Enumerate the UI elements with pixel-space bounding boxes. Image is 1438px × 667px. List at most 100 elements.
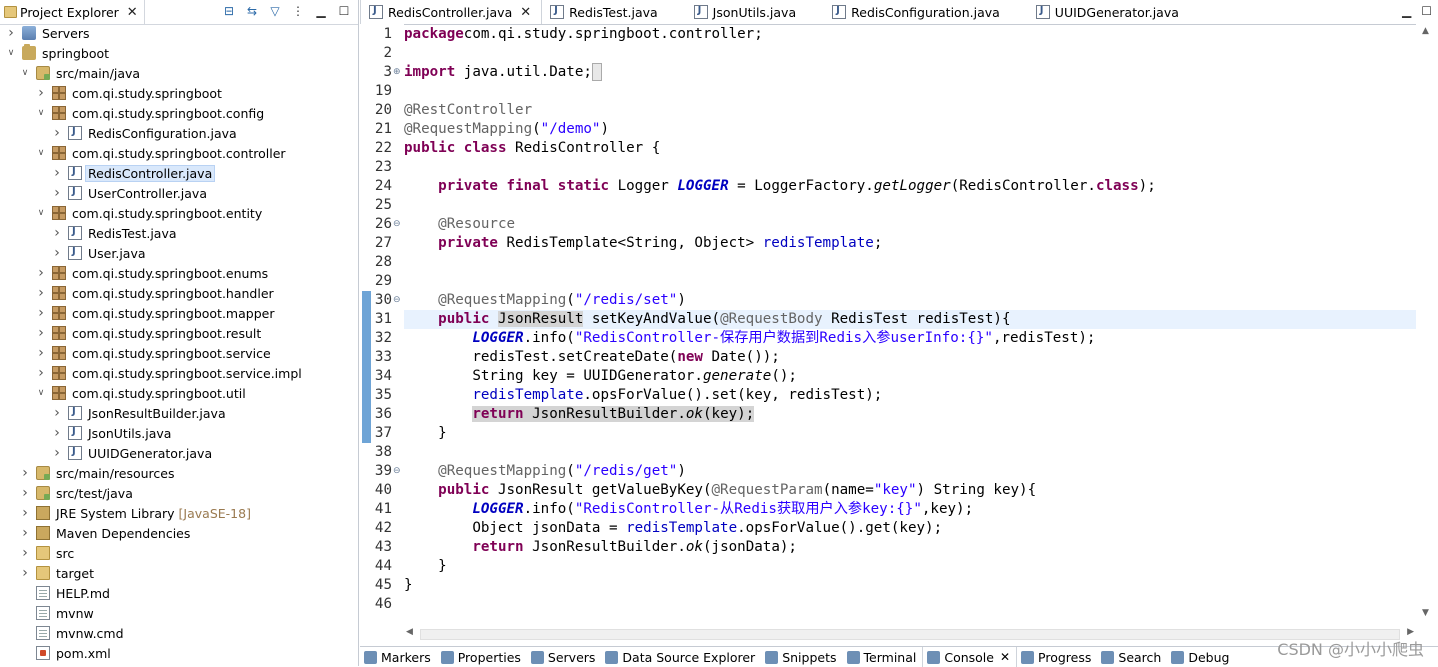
collapse-fold-icon[interactable]: ⊖: [393, 215, 401, 234]
chevron-right-icon[interactable]: ›: [52, 125, 62, 141]
close-icon[interactable]: ✕: [520, 5, 531, 20]
expand-fold-icon[interactable]: ⊕: [393, 63, 401, 82]
tree-item[interactable]: › src/main/resources: [0, 463, 358, 483]
chevron-right-icon[interactable]: ›: [20, 565, 30, 581]
tree-item[interactable]: › User.java: [0, 243, 358, 263]
code-line[interactable]: @RequestMapping("/demo"): [404, 120, 609, 139]
chevron-right-icon[interactable]: ›: [52, 245, 62, 261]
code-line[interactable]: redisTest.setCreateDate(new Date());: [404, 348, 780, 367]
chevron-right-icon[interactable]: ›: [36, 285, 46, 301]
bottom-tab[interactable]: Search: [1097, 647, 1167, 667]
chevron-right-icon[interactable]: ›: [36, 365, 46, 381]
tree-item[interactable]: › com.qi.study.springboot.mapper: [0, 303, 358, 323]
scroll-left-icon[interactable]: ◀: [406, 627, 413, 637]
code-line[interactable]: private RedisTemplate<String, Object> re…: [404, 234, 882, 253]
view-menu-icon[interactable]: ⋮: [290, 3, 306, 19]
chevron-right-icon[interactable]: ›: [20, 465, 30, 481]
bottom-tab[interactable]: Servers: [527, 647, 602, 667]
tree-item[interactable]: › JsonResultBuilder.java: [0, 403, 358, 423]
editor-tab[interactable]: JsonUtils.java: [686, 0, 824, 24]
bottom-tab[interactable]: Snippets: [761, 647, 842, 667]
chevron-right-icon[interactable]: ›: [52, 425, 62, 441]
chevron-right-icon[interactable]: ›: [20, 485, 30, 501]
tree-item[interactable]: › com.qi.study.springboot.service.impl: [0, 363, 358, 383]
scroll-down-icon[interactable]: ▼: [1422, 608, 1429, 618]
code-line[interactable]: return JsonResultBuilder.ok(jsonData);: [404, 538, 797, 557]
code-line[interactable]: import java.util.Date;: [404, 63, 603, 82]
bottom-tab[interactable]: Progress: [1017, 647, 1097, 667]
collapse-fold-icon[interactable]: ⊖: [393, 291, 401, 310]
code-line[interactable]: @RequestMapping("/redis/get"): [404, 462, 686, 481]
code-line[interactable]: Object jsonData = redisTemplate.opsForVa…: [404, 519, 942, 538]
chevron-right-icon[interactable]: ›: [52, 185, 62, 201]
tree-item[interactable]: › com.qi.study.springboot.handler: [0, 283, 358, 303]
scroll-up-icon[interactable]: ▲: [1422, 26, 1429, 36]
tree-item[interactable]: › com.qi.study.springboot.enums: [0, 263, 358, 283]
tree-item[interactable]: › JsonUtils.java: [0, 423, 358, 443]
code-line[interactable]: LOGGER.info("RedisController-保存用户数据到Redi…: [404, 329, 1095, 348]
chevron-right-icon[interactable]: ›: [36, 305, 46, 321]
code-line[interactable]: return JsonResultBuilder.ok(key);: [404, 405, 755, 424]
code-line[interactable]: }: [404, 576, 413, 595]
editor-tab[interactable]: RedisTest.java: [542, 0, 686, 24]
tree-item[interactable]: ∨ com.qi.study.springboot.controller: [0, 143, 358, 163]
tree-item[interactable]: › Servers: [0, 23, 358, 43]
chevron-right-icon[interactable]: ›: [20, 505, 30, 521]
link-with-editor-icon[interactable]: ⇆: [244, 3, 260, 19]
chevron-right-icon[interactable]: ›: [20, 525, 30, 541]
minimize-icon[interactable]: ▁: [313, 3, 329, 19]
tree-item[interactable]: › UserController.java: [0, 183, 358, 203]
bottom-tab[interactable]: Data Source Explorer: [601, 647, 761, 667]
tree-item[interactable]: mvnw: [0, 603, 358, 623]
tree-item[interactable]: › com.qi.study.springboot: [0, 83, 358, 103]
chevron-right-icon[interactable]: ›: [52, 225, 62, 241]
tree-item[interactable]: › com.qi.study.springboot.result: [0, 323, 358, 343]
tree-item[interactable]: › RedisConfiguration.java: [0, 123, 358, 143]
tree-item[interactable]: › RedisController.java: [0, 163, 358, 183]
tree-item[interactable]: ∨ src/main/java: [0, 63, 358, 83]
chevron-down-icon[interactable]: ∨: [36, 108, 46, 118]
tree-item[interactable]: ∨ com.qi.study.springboot.util: [0, 383, 358, 403]
code-line[interactable]: public JsonResult setKeyAndValue(@Reques…: [404, 310, 1011, 329]
maximize-icon[interactable]: ☐: [1421, 4, 1432, 18]
chevron-right-icon[interactable]: ›: [52, 165, 62, 181]
editor-tab[interactable]: UUIDGenerator.java: [1028, 0, 1207, 24]
code-line[interactable]: }: [404, 424, 447, 443]
bottom-tab[interactable]: Debug: [1167, 647, 1235, 667]
chevron-right-icon[interactable]: ›: [20, 545, 30, 561]
maximize-icon[interactable]: ☐: [336, 3, 352, 19]
vertical-scrollbar[interactable]: ▲ ▼: [1416, 24, 1438, 624]
horizontal-scrollbar[interactable]: ◀ ▶: [404, 624, 1416, 642]
tree-item[interactable]: ∨ com.qi.study.springboot.entity: [0, 203, 358, 223]
chevron-right-icon[interactable]: ›: [36, 265, 46, 281]
tree-item[interactable]: › Maven Dependencies: [0, 523, 358, 543]
chevron-down-icon[interactable]: ∨: [36, 388, 46, 398]
tree-item[interactable]: › UUIDGenerator.java: [0, 443, 358, 463]
chevron-down-icon[interactable]: ∨: [36, 208, 46, 218]
collapse-all-icon[interactable]: ⊟: [221, 3, 237, 19]
code-line[interactable]: @Resource: [404, 215, 515, 234]
code-line[interactable]: String key = UUIDGenerator.generate();: [404, 367, 797, 386]
tree-item[interactable]: HELP.md: [0, 583, 358, 603]
code-line[interactable]: @RequestMapping("/redis/set"): [404, 291, 686, 310]
collapse-fold-icon[interactable]: ⊖: [393, 462, 401, 481]
chevron-right-icon[interactable]: ›: [6, 25, 16, 41]
minimize-icon[interactable]: ▁: [1402, 4, 1411, 18]
chevron-down-icon[interactable]: ∨: [6, 48, 16, 58]
chevron-down-icon[interactable]: ∨: [36, 148, 46, 158]
chevron-right-icon[interactable]: ›: [52, 405, 62, 421]
tree-item[interactable]: › target: [0, 563, 358, 583]
code-line[interactable]: public class RedisController {: [404, 139, 660, 158]
tree-item[interactable]: › src: [0, 543, 358, 563]
editor-tab[interactable]: RedisConfiguration.java: [824, 0, 1028, 24]
bottom-tab[interactable]: Console ✕: [922, 647, 1018, 667]
editor-tab[interactable]: RedisController.java ✕: [360, 0, 543, 24]
tree-item[interactable]: › JRE System Library [JavaSE-18]: [0, 503, 358, 523]
tree-item[interactable]: ∨ springboot: [0, 43, 358, 63]
code-area[interactable]: packagecom.qi.study.springboot.controlle…: [404, 24, 1416, 624]
code-line[interactable]: redisTemplate.opsForValue().set(key, red…: [404, 386, 882, 405]
tree-item[interactable]: › com.qi.study.springboot.service: [0, 343, 358, 363]
chevron-right-icon[interactable]: ›: [36, 345, 46, 361]
tree-item[interactable]: › RedisTest.java: [0, 223, 358, 243]
chevron-right-icon[interactable]: ›: [52, 445, 62, 461]
